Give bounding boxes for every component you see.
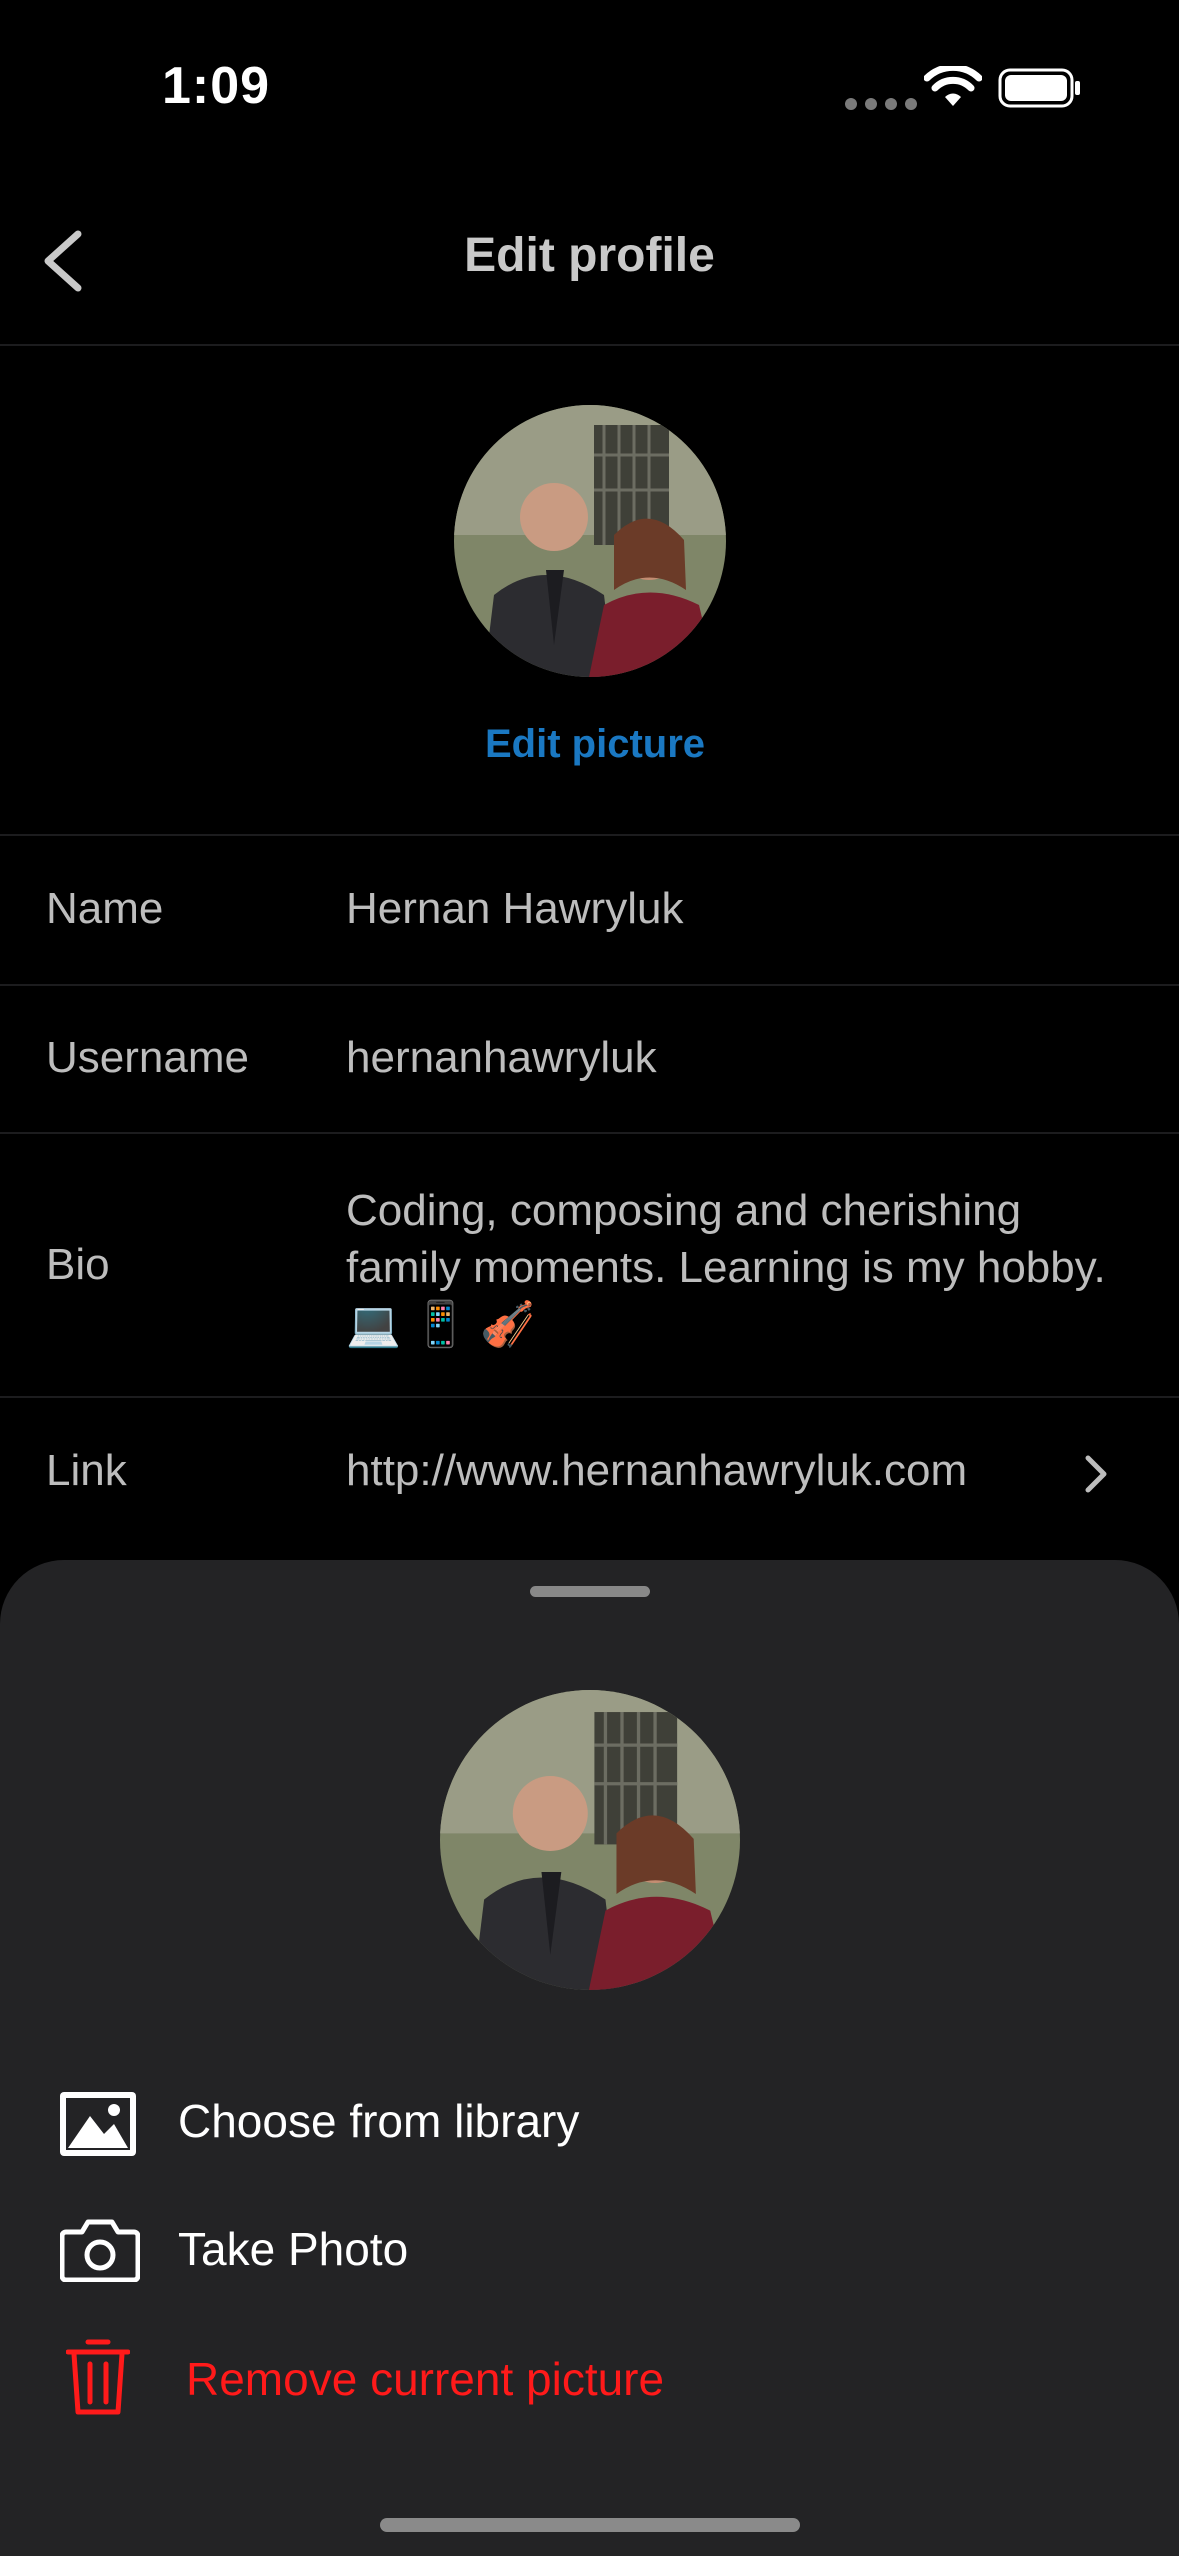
- name-label: Name: [46, 884, 164, 933]
- chevron-right-icon[interactable]: [1080, 1452, 1110, 1501]
- sheet-grabber[interactable]: [530, 1586, 650, 1597]
- wifi-icon: [923, 63, 983, 115]
- divider: [0, 1132, 1179, 1134]
- link-label: Link: [46, 1446, 127, 1495]
- username-field[interactable]: hernanhawryluk: [346, 1033, 657, 1083]
- username-label: Username: [46, 1033, 249, 1082]
- camera-icon[interactable]: [59, 2216, 141, 2287]
- remove-picture-option[interactable]: Remove current picture: [186, 2352, 664, 2406]
- edit-picture-link[interactable]: Edit picture: [0, 722, 1179, 767]
- home-indicator[interactable]: [380, 2518, 800, 2532]
- status-time: 1:09: [162, 57, 271, 115]
- trash-icon[interactable]: [65, 2338, 131, 2421]
- sheet-avatar: [440, 1690, 740, 1990]
- name-field[interactable]: Hernan Hawryluk: [346, 884, 683, 934]
- divider: [0, 834, 1179, 836]
- divider: [0, 984, 1179, 986]
- choose-from-library-option[interactable]: Choose from library: [178, 2094, 579, 2148]
- divider: [0, 344, 1179, 346]
- take-photo-option[interactable]: Take Photo: [178, 2222, 408, 2276]
- cellular-signal-icon: [845, 98, 917, 110]
- profile-avatar[interactable]: [454, 405, 726, 677]
- link-field[interactable]: http://www.hernanhawryluk.com: [346, 1446, 967, 1496]
- image-library-icon[interactable]: [60, 2092, 136, 2161]
- battery-icon: [998, 68, 1082, 113]
- divider: [0, 1396, 1179, 1398]
- page-title: Edit profile: [464, 229, 715, 282]
- bio-field[interactable]: Coding, composing and cherishing family …: [346, 1182, 1136, 1353]
- bio-label: Bio: [46, 1240, 110, 1289]
